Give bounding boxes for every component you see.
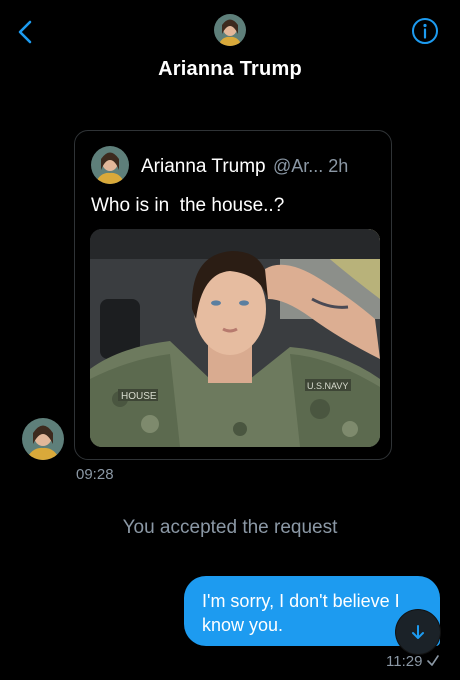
avatar-image [214, 14, 246, 46]
conversation-title[interactable]: Arianna Trump [0, 58, 460, 81]
info-icon [412, 18, 438, 44]
avatar-image [91, 146, 129, 184]
shared-tweet-card[interactable]: Arianna Trump @Ar... 2h Who is in the ho… [74, 130, 392, 460]
photo-image: HOUSE U.S.NAVY [90, 229, 380, 447]
arrow-down-icon [412, 625, 424, 639]
outgoing-message-time: 11:29 [386, 653, 423, 670]
header-avatar[interactable] [214, 14, 246, 46]
info-button[interactable] [410, 16, 440, 46]
back-button[interactable] [12, 16, 40, 48]
tweet-text: Who is in the house..? [91, 195, 285, 216]
chevron-left-icon [18, 20, 32, 44]
incoming-message-time: 09:28 [76, 466, 114, 483]
scroll-to-bottom-button[interactable] [396, 610, 440, 654]
svg-text:U.S.NAVY: U.S.NAVY [307, 381, 348, 391]
avatar-image [22, 418, 64, 460]
outgoing-message-text: I'm sorry, I don't believe I know you. [202, 591, 400, 635]
tweet-author-name: Arianna Trump [141, 156, 266, 177]
tweet-handle-time: @Ar... 2h [273, 156, 349, 176]
request-status: You accepted the request [122, 517, 338, 538]
conversation-header: Arianna Trump [0, 0, 460, 100]
tweet-author-avatar [91, 146, 129, 184]
sender-avatar[interactable] [22, 418, 64, 460]
check-icon [427, 655, 439, 666]
tweet-photo[interactable]: HOUSE U.S.NAVY [90, 229, 380, 447]
svg-text:HOUSE: HOUSE [121, 391, 157, 402]
